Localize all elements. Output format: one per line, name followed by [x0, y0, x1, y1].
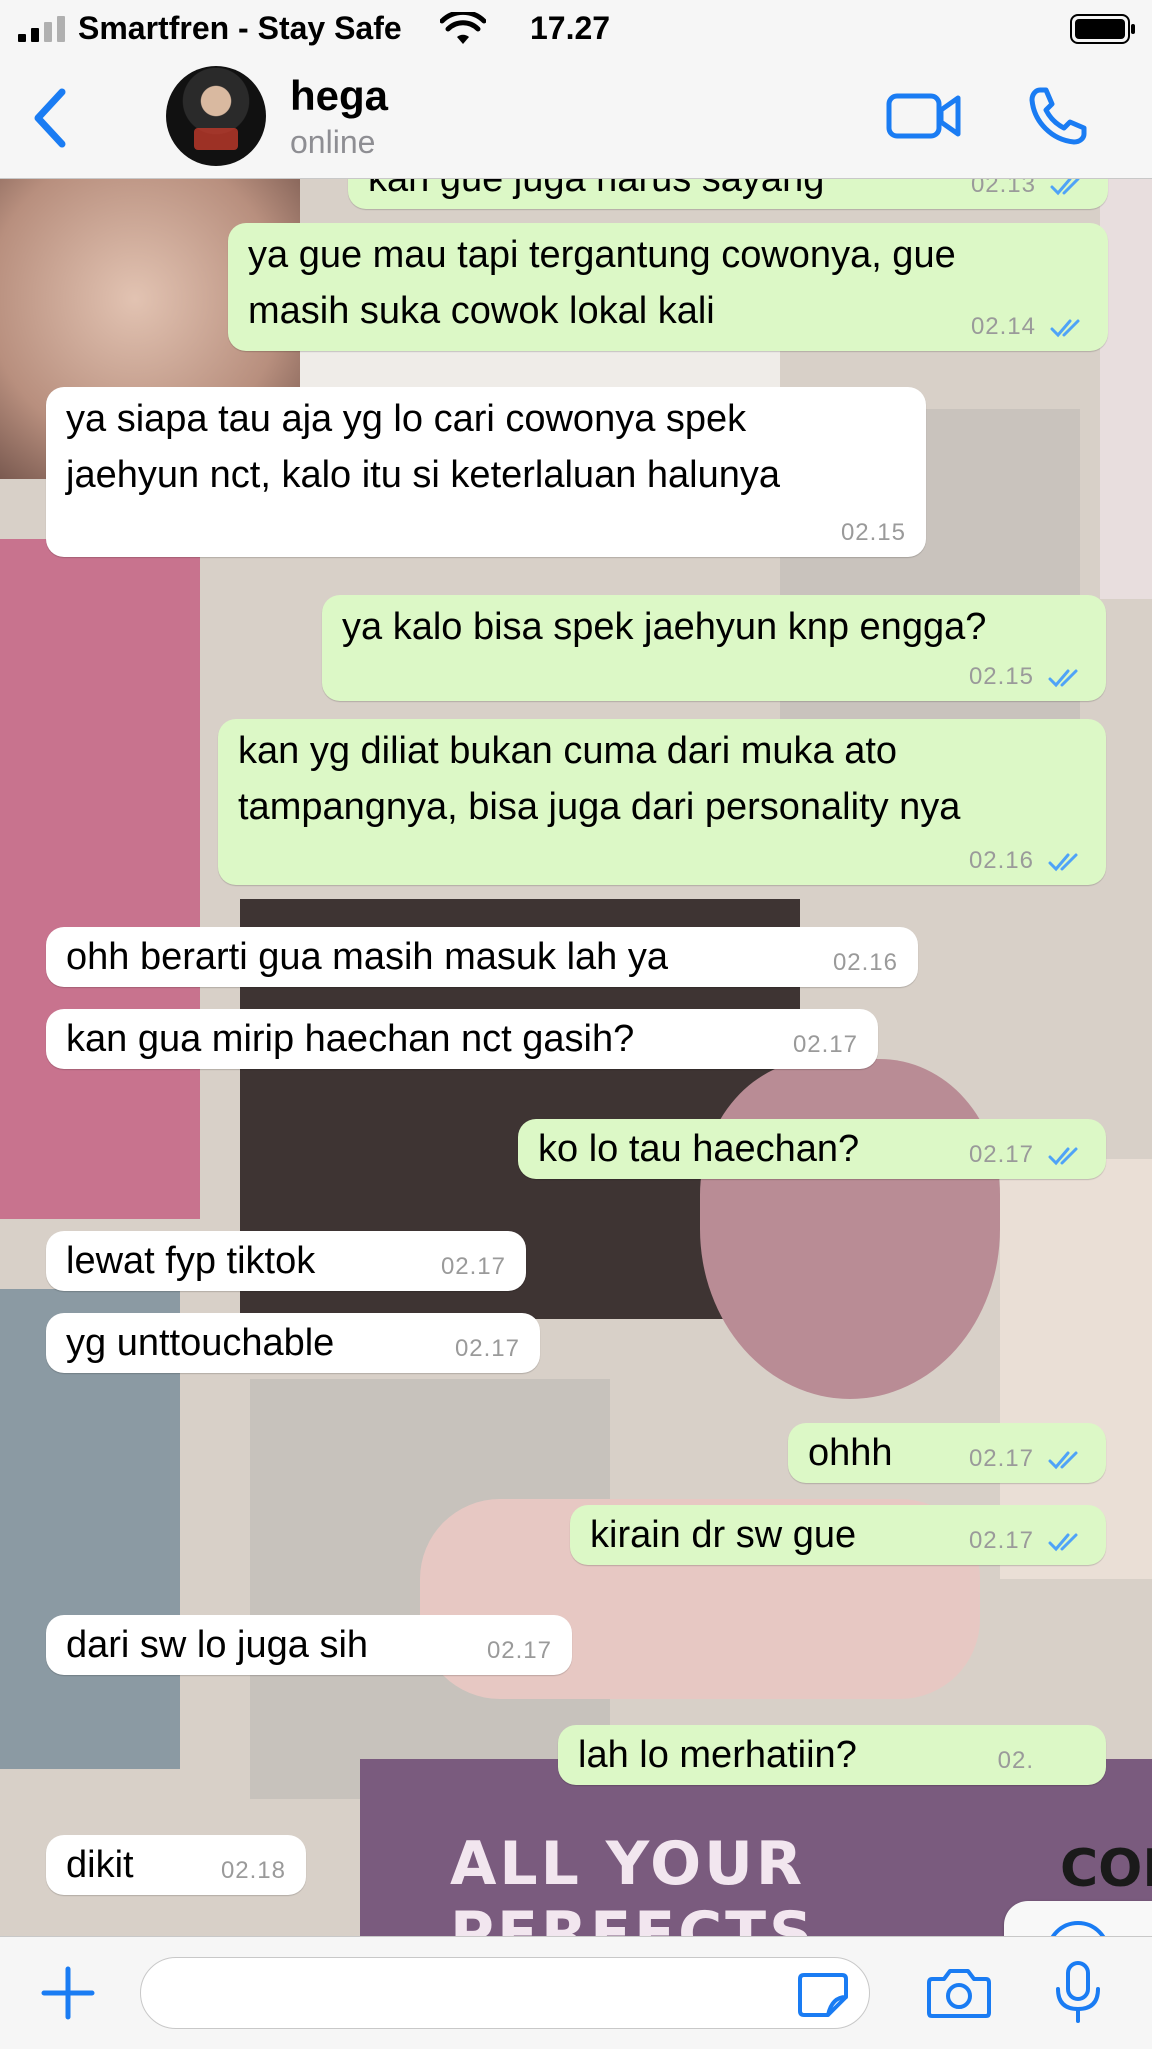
- message-timestamp: 02.13: [970, 179, 1036, 198]
- message-text: ya gue mau tapi tergantung cowonya, gue: [248, 234, 956, 276]
- camera-icon[interactable]: [926, 1967, 992, 2019]
- message-text: ko lo tau haechan?: [538, 1128, 860, 1170]
- battery-icon: [1070, 14, 1135, 44]
- message-timestamp: 02.17: [454, 1335, 520, 1362]
- message-timestamp: 02.15: [968, 663, 1034, 690]
- read-receipt-icon: [1048, 853, 1078, 872]
- read-receipt-icon: [1050, 179, 1080, 196]
- video-call-icon[interactable]: [886, 88, 962, 144]
- wallpaper-poster: [0, 539, 200, 1219]
- outgoing-message[interactable]: ya gue mau tapi tergantung cowonya, gue m…: [228, 223, 1108, 351]
- read-receipt-icon: [1048, 1451, 1078, 1470]
- message-text: ya siapa tau aja yg lo cari cowonya spek: [66, 398, 747, 440]
- read-receipt-icon: [1050, 319, 1080, 338]
- contact-name[interactable]: hega: [290, 72, 388, 120]
- status-time: 17.27: [530, 10, 611, 46]
- message-text: tampangnya, bisa juga dari personality n…: [238, 786, 961, 828]
- microphone-icon[interactable]: [1052, 1961, 1104, 2025]
- contact-status: online: [290, 124, 376, 160]
- chat-area[interactable]: ALL YOUR PERFECTS COL kan gue juga harus…: [0, 179, 1152, 1936]
- phone-call-icon[interactable]: [1026, 84, 1090, 148]
- message-timestamp: 02.17: [968, 1527, 1034, 1554]
- outgoing-message[interactable]: ohhh 02.17: [788, 1423, 1106, 1483]
- wallpaper-frame: [700, 1059, 1000, 1399]
- message-text: dikit: [66, 1844, 134, 1886]
- message-text: lah lo merhatiin?: [578, 1734, 857, 1776]
- message-timestamp: 02.17: [968, 1445, 1034, 1472]
- message-text: kan yg diliat bukan cuma dari muka ato: [238, 730, 898, 772]
- read-receipt-icon: [1048, 1147, 1078, 1166]
- message-text: jaehyun nct, kalo itu si keterlaluan hal…: [66, 454, 781, 496]
- message-timestamp: 02.16: [968, 847, 1034, 874]
- message-timestamp: 02.17: [486, 1637, 552, 1664]
- status-bar: Smartfren - Stay Safe 17.27: [0, 0, 1152, 58]
- back-icon[interactable]: [30, 88, 70, 148]
- composer-bar: [0, 1936, 1152, 2049]
- outgoing-message[interactable]: ko lo tau haechan? 02.17: [518, 1119, 1106, 1179]
- outgoing-message[interactable]: kan yg diliat bukan cuma dari muka ato ta…: [218, 719, 1106, 885]
- message-timestamp: 02.14: [970, 313, 1036, 340]
- message-timestamp: 02.15: [840, 519, 906, 546]
- message-text: dari sw lo juga sih: [66, 1624, 369, 1666]
- wifi-icon: [440, 12, 486, 44]
- sticker-icon[interactable]: [796, 1971, 850, 2019]
- outgoing-message[interactable]: ya kalo bisa spek jaehyun knp engga? 02.1…: [322, 595, 1106, 701]
- incoming-message[interactable]: lewat fyp tiktok 02.17: [46, 1231, 526, 1291]
- incoming-message[interactable]: dikit 02.18: [46, 1835, 306, 1895]
- avatar[interactable]: [166, 66, 266, 166]
- chevron-down-circle-icon: [1050, 1921, 1106, 1936]
- message-text: ya kalo bisa spek jaehyun knp engga?: [342, 606, 987, 648]
- incoming-message[interactable]: dari sw lo juga sih 02.17: [46, 1615, 572, 1675]
- signal-icon: [18, 16, 65, 42]
- outgoing-message[interactable]: kan gue juga harus sayang 02.13: [348, 179, 1108, 209]
- message-input[interactable]: [140, 1957, 870, 2029]
- wallpaper-book-side: COL: [1060, 1839, 1152, 1899]
- outgoing-message[interactable]: kirain dr sw gue 02.17: [570, 1505, 1106, 1565]
- carrier-name: Smartfren - Stay Safe: [78, 10, 402, 46]
- message-timestamp: 02.17: [792, 1031, 858, 1058]
- message-text: kan gue juga harus sayang: [368, 179, 825, 200]
- incoming-message[interactable]: yg unttouchable 02.17: [46, 1313, 540, 1373]
- message-timestamp: 02.16: [832, 949, 898, 976]
- message-text: yg unttouchable: [66, 1322, 335, 1364]
- message-text: kan gua mirip haechan nct gasih?: [66, 1018, 635, 1060]
- read-receipt-icon: [1048, 669, 1078, 688]
- incoming-message[interactable]: kan gua mirip haechan nct gasih? 02.17: [46, 1009, 878, 1069]
- message-text: ohh berarti gua masih masuk lah ya: [66, 936, 668, 978]
- incoming-message[interactable]: ya siapa tau aja yg lo cari cowonya spek…: [46, 387, 926, 557]
- message-text: masih suka cowok lokal kali: [248, 290, 715, 332]
- message-timestamp: 02.18: [220, 1857, 286, 1884]
- message-timestamp: 02.17: [968, 1141, 1034, 1168]
- message-text: kirain dr sw gue: [590, 1514, 857, 1556]
- incoming-message[interactable]: ohh berarti gua masih masuk lah ya 02.16: [46, 927, 918, 987]
- read-receipt-icon: [1048, 1533, 1078, 1552]
- message-text: lewat fyp tiktok: [66, 1240, 316, 1282]
- scroll-down-button[interactable]: [1004, 1901, 1152, 1936]
- chat-header: hega online: [0, 58, 1152, 179]
- outgoing-message[interactable]: lah lo merhatiin? 02.: [558, 1725, 1106, 1785]
- message-timestamp: 02.17: [440, 1253, 506, 1280]
- message-text: ohhh: [808, 1432, 893, 1474]
- message-timestamp: 02.: [997, 1747, 1034, 1774]
- plus-icon[interactable]: [40, 1965, 96, 2021]
